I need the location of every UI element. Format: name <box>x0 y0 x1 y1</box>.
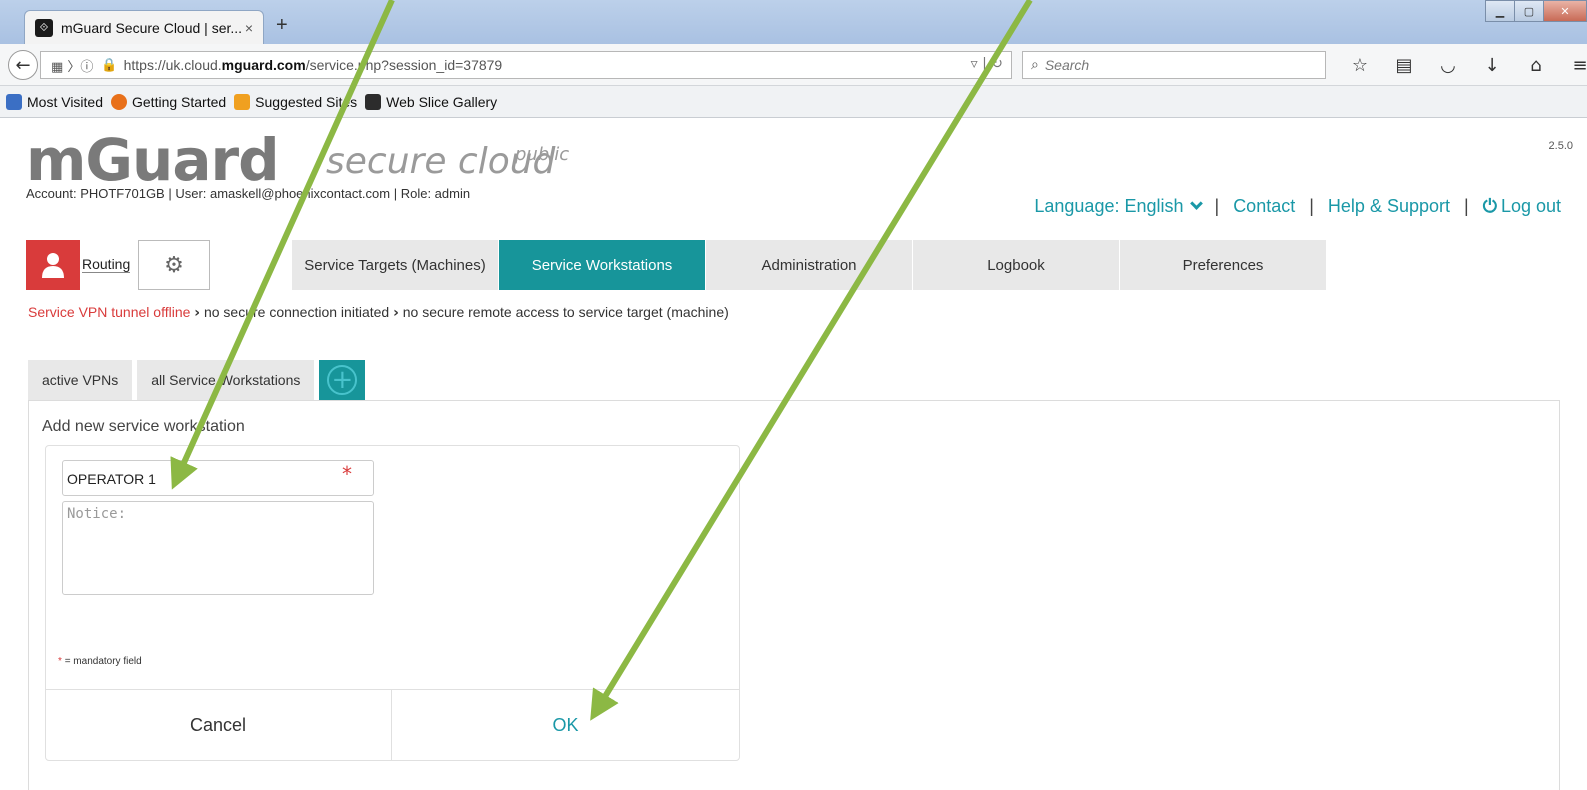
chevron-down-icon <box>1189 197 1203 210</box>
address-bar[interactable]: ▦ 〉ⓘ 🔒 https://uk.cloud.mguard.com/servi… <box>40 51 1012 79</box>
user-icon <box>42 253 64 278</box>
gears-icon: ⚙ <box>164 252 184 278</box>
bookmark-most-visited[interactable]: Most Visited <box>6 93 103 110</box>
search-placeholder: Search <box>1044 57 1090 73</box>
lock-icon: 🔒 <box>101 57 118 73</box>
browser-toolbar: ☆ ▤ ◡ ↓ ⌂ ≡ <box>1338 52 1587 78</box>
main-nav: Service Targets (Machines) Service Works… <box>292 240 1327 290</box>
cancel-button[interactable]: Cancel <box>45 690 391 760</box>
settings-button[interactable]: ⚙ <box>138 240 210 290</box>
close-window-button[interactable]: ✕ <box>1543 0 1587 22</box>
logo-superscript: public <box>515 144 570 165</box>
contact-link[interactable]: Contact <box>1233 196 1295 217</box>
tab-service-targets[interactable]: Service Targets (Machines) <box>292 240 499 290</box>
menu-icon[interactable]: ≡ <box>1558 52 1587 78</box>
chevron-right-icon: › <box>393 305 399 321</box>
tab-title: mGuard Secure Cloud | ser... <box>61 19 243 36</box>
remote-access-status: no secure remote access to service targe… <box>402 304 729 320</box>
maximize-button[interactable]: ▢ <box>1514 0 1544 22</box>
language-selector[interactable]: Language: English <box>1034 196 1203 217</box>
page-info-icon[interactable]: ▦ 〉ⓘ <box>51 56 93 75</box>
chevron-right-icon: › <box>194 305 201 321</box>
suggested-sites-icon <box>234 93 251 110</box>
search-icon: ⌕ <box>1031 57 1039 73</box>
tab-close-icon[interactable]: × <box>245 20 253 36</box>
home-icon[interactable]: ⌂ <box>1514 52 1558 78</box>
vpn-status-offline: Service VPN tunnel offline <box>28 304 191 320</box>
download-icon[interactable]: ↓ <box>1470 52 1514 78</box>
reload-icon[interactable]: ▿ | ↻ <box>971 56 1003 72</box>
bookmark-getting-started[interactable]: Getting Started <box>111 93 226 110</box>
workstation-name-input[interactable]: OPERATOR 1 <box>62 460 374 496</box>
window-controls: ▁ ▢ ✕ <box>1485 0 1587 22</box>
browser-tab[interactable]: ⟐ mGuard Secure Cloud | ser... × <box>24 10 264 44</box>
add-circle-icon: + <box>327 365 358 395</box>
firefox-icon <box>111 93 127 110</box>
required-marker: * <box>342 462 352 486</box>
ok-button[interactable]: OK <box>392 690 739 760</box>
workstation-subtabs: active VPNs all Service Workstations + <box>28 360 366 400</box>
tab-active-vpns[interactable]: active VPNs <box>28 360 133 400</box>
reading-list-icon[interactable]: ▤ <box>1382 52 1426 78</box>
tab-add-workstation[interactable]: + <box>319 360 366 400</box>
site-favicon-icon: ⟐ <box>35 18 53 37</box>
routing-button[interactable]: Routing <box>82 256 131 273</box>
connection-status: no secure connection initiated <box>203 304 390 320</box>
bookmarks-bar: Most Visited Getting Started Suggested S… <box>0 86 1587 118</box>
vpn-status-line: Service VPN tunnel offline › no secure c… <box>28 304 729 321</box>
tab-administration[interactable]: Administration <box>706 240 913 290</box>
tab-logbook[interactable]: Logbook <box>913 240 1120 290</box>
logout-link[interactable]: ⏻ Log out <box>1483 196 1561 217</box>
user-profile-button[interactable] <box>26 240 80 290</box>
power-icon: ⏻ <box>1482 196 1497 217</box>
bookmark-suggested-sites[interactable]: Suggested Sites <box>234 93 357 110</box>
tab-service-workstations[interactable]: Service Workstations <box>499 240 706 290</box>
url-text: https://uk.cloud.mguard.com/service.php?… <box>123 57 503 73</box>
pocket-icon[interactable]: ◡ <box>1426 52 1470 78</box>
web-slice-icon <box>365 93 382 110</box>
bookmark-star-icon[interactable]: ☆ <box>1338 52 1382 78</box>
search-input[interactable]: ⌕ Search <box>1022 51 1326 79</box>
minimize-button[interactable]: ▁ <box>1485 0 1515 22</box>
form-title: Add new service workstation <box>42 418 245 435</box>
app-version: 2.5.0 <box>1548 140 1573 152</box>
account-info: Account: PHOTF701GB | User: amaskell@pho… <box>26 186 471 201</box>
header-links: Language: English | Contact | Help & Sup… <box>1034 196 1561 217</box>
notice-textarea[interactable]: Notice: <box>62 501 374 595</box>
help-support-link[interactable]: Help & Support <box>1328 196 1450 217</box>
mandatory-note: * = mandatory field <box>58 656 142 667</box>
most-visited-icon <box>6 93 22 110</box>
browser-titlebar: ⟐ mGuard Secure Cloud | ser... × + ▁ ▢ ✕ <box>0 0 1587 44</box>
logo-wordmark: mGuard <box>26 126 280 194</box>
bookmark-web-slice-gallery[interactable]: Web Slice Gallery <box>365 93 497 110</box>
back-button[interactable]: ← <box>8 50 38 80</box>
tab-all-workstations[interactable]: all Service Workstations <box>137 360 315 400</box>
tab-preferences[interactable]: Preferences <box>1120 240 1327 290</box>
browser-navbar: ← ▦ 〉ⓘ 🔒 https://uk.cloud.mguard.com/ser… <box>0 44 1587 86</box>
new-tab-button[interactable]: + <box>276 14 288 37</box>
